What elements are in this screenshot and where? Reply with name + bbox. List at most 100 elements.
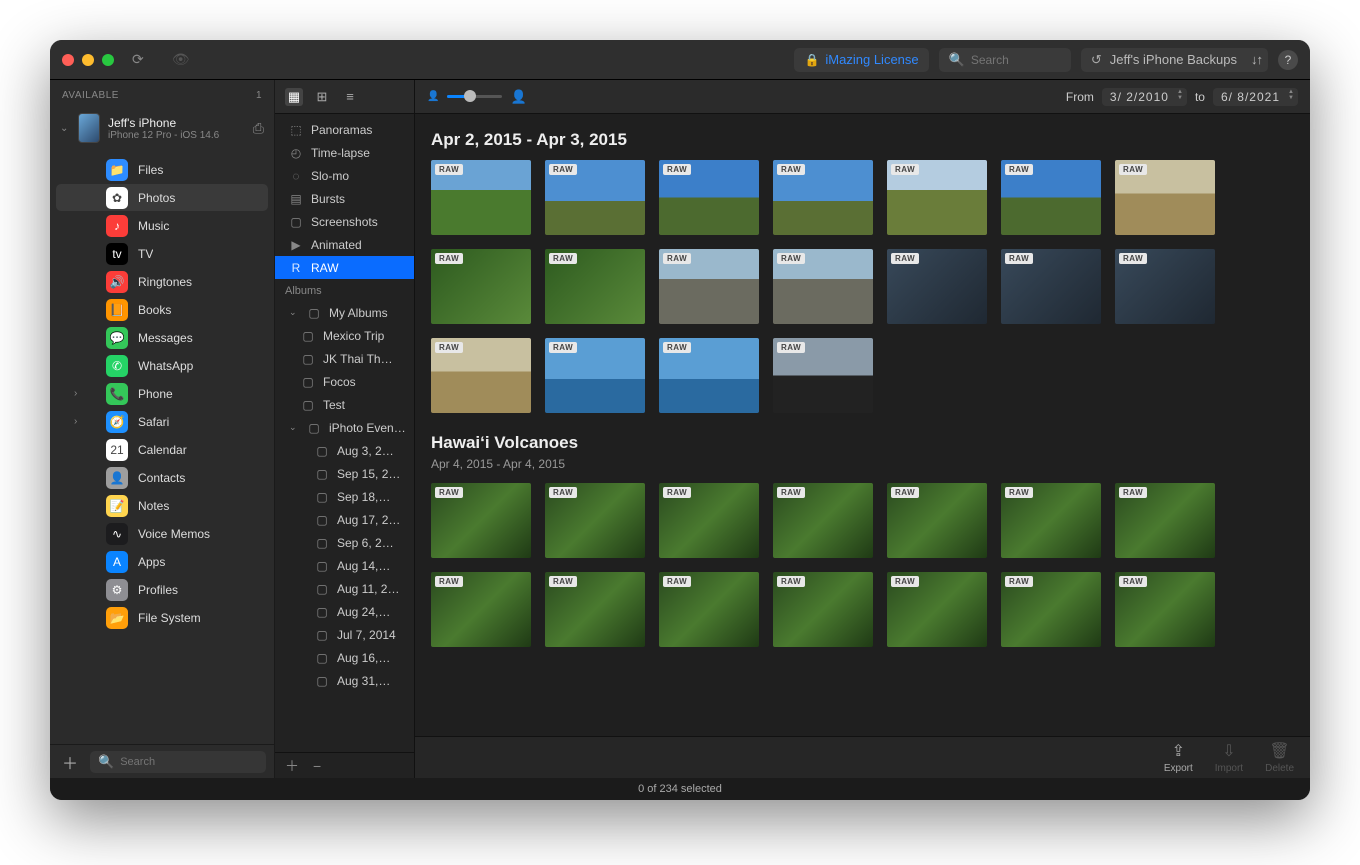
category-screenshots[interactable]: ▢Screenshots [275,210,414,233]
photo-thumbnail[interactable]: RAW [1115,483,1215,558]
photo-thumbnail[interactable]: RAW [773,572,873,647]
album-aug-16-[interactable]: ▢Aug 16,… [275,646,414,669]
photo-thumbnail[interactable]: RAW [659,249,759,324]
photo-thumbnail[interactable]: RAW [545,160,645,235]
photo-thumbnail[interactable]: RAW [1115,572,1215,647]
album-my-albums[interactable]: ⌄▢My Albums [275,301,414,324]
photo-thumbnail[interactable]: RAW [659,160,759,235]
collection-view-button[interactable]: ⊞ [313,88,331,106]
list-view-button[interactable]: ≡ [341,88,359,106]
photo-thumbnail[interactable]: RAW [1001,249,1101,324]
sidebar-item-profiles[interactable]: ⚙Profiles [56,576,268,603]
sidebar-item-contacts[interactable]: 👤Contacts [56,464,268,491]
photo-thumbnail[interactable]: RAW [773,338,873,413]
minimize-window-button[interactable] [82,54,94,66]
device-row[interactable]: ⌄ Jeff's iPhone iPhone 12 Pro - iOS 14.6… [50,107,274,151]
sidebar-item-calendar[interactable]: 21Calendar [56,436,268,463]
sidebar-item-voice-memos[interactable]: ∿Voice Memos [56,520,268,547]
album-aug-14-[interactable]: ▢Aug 14,… [275,554,414,577]
album-iphoto-even-[interactable]: ⌄▢iPhoto Even… [275,416,414,439]
album-sep-6-2-[interactable]: ▢Sep 6, 2… [275,531,414,554]
photo-thumbnail[interactable]: RAW [431,249,531,324]
slider-thumb[interactable] [464,90,476,102]
album-aug-11-2-[interactable]: ▢Aug 11, 2… [275,577,414,600]
add-button[interactable]: ＋ [58,750,82,774]
grid-view-button[interactable]: ▦ [285,88,303,106]
photo-thumbnail[interactable]: RAW [659,572,759,647]
fullscreen-window-button[interactable] [102,54,114,66]
photo-thumbnail[interactable]: RAW [545,249,645,324]
export-button[interactable]: ⇪Export [1164,741,1193,774]
category-bursts[interactable]: ▤Bursts [275,187,414,210]
album-mexico-trip[interactable]: ▢Mexico Trip [275,324,414,347]
album-focos[interactable]: ▢Focos [275,370,414,393]
global-search-input[interactable] [971,53,1061,67]
category-animated[interactable]: ▶Animated [275,233,414,256]
photo-thumbnail[interactable]: RAW [545,338,645,413]
photo-thumbnail[interactable]: RAW [431,572,531,647]
import-button[interactable]: ⇩Import [1215,741,1243,774]
photo-thumbnail[interactable]: RAW [545,483,645,558]
sidebar-item-music[interactable]: ♪Music [56,212,268,239]
stepper-icon[interactable]: ▲▼ [1288,89,1295,101]
album-jk-thai-th-[interactable]: ▢JK Thai Th… [275,347,414,370]
photo-thumbnail[interactable]: RAW [431,338,531,413]
date-from-input[interactable]: 3/ 2/2010 ▲▼ [1102,88,1187,106]
photo-thumbnail[interactable]: RAW [773,249,873,324]
add-album-button[interactable]: ＋ [285,756,299,776]
photo-thumbnail[interactable]: RAW [887,249,987,324]
sidebar-item-tv[interactable]: tvTV [56,240,268,267]
photo-grid-scroll[interactable]: Apr 2, 2015 - Apr 3, 2015RAWRAWRAWRAWRAW… [415,114,1310,736]
album-sep-18-[interactable]: ▢Sep 18,… [275,485,414,508]
sidebar-item-messages[interactable]: 💬Messages [56,324,268,351]
sidebar-item-file-system[interactable]: 📂File System [56,604,268,631]
remove-album-button[interactable]: − [313,758,321,774]
sidebar-item-books[interactable]: 📙Books [56,296,268,323]
photo-thumbnail[interactable]: RAW [887,160,987,235]
photo-thumbnail[interactable]: RAW [431,160,531,235]
sidebar-item-photos[interactable]: ✿Photos [56,184,268,211]
category-time-lapse[interactable]: ◴Time-lapse [275,141,414,164]
photo-thumbnail[interactable]: RAW [545,572,645,647]
delete-button[interactable]: 🗑Delete [1265,741,1294,774]
sidebar-search[interactable]: 🔍 [90,751,266,773]
sidebar-item-apps[interactable]: AApps [56,548,268,575]
sidebar-item-notes[interactable]: 📝Notes [56,492,268,519]
photo-thumbnail[interactable]: RAW [1001,572,1101,647]
photo-thumbnail[interactable]: RAW [773,160,873,235]
photo-thumbnail[interactable]: RAW [773,483,873,558]
reveal-button[interactable]: 👁 [172,51,190,68]
date-to-input[interactable]: 6/ 8/2021 ▲▼ [1213,88,1298,106]
sidebar-item-files[interactable]: 📁Files [56,156,268,183]
album-aug-31-[interactable]: ▢Aug 31,… [275,669,414,692]
global-search[interactable]: 🔍 [939,48,1071,72]
sidebar-search-input[interactable] [120,756,258,768]
album-aug-24-[interactable]: ▢Aug 24,… [275,600,414,623]
help-button[interactable]: ? [1278,50,1298,70]
sidebar-item-whatsapp[interactable]: ✆WhatsApp [56,352,268,379]
photo-thumbnail[interactable]: RAW [887,572,987,647]
close-window-button[interactable] [62,54,74,66]
refresh-button[interactable]: ⟳ [132,51,144,68]
category-panoramas[interactable]: ⬚Panoramas [275,118,414,141]
photo-thumbnail[interactable]: RAW [1115,249,1215,324]
sidebar-item-safari[interactable]: ›🧭Safari [56,408,268,435]
category-slo-mo[interactable]: ◌Slo-mo [275,164,414,187]
photo-thumbnail[interactable]: RAW [431,483,531,558]
stepper-icon[interactable]: ▲▼ [1177,89,1184,101]
album-aug-3-2-[interactable]: ▢Aug 3, 2… [275,439,414,462]
album-sep-15-2-[interactable]: ▢Sep 15, 2… [275,462,414,485]
sidebar-item-ringtones[interactable]: 🔊Ringtones [56,268,268,295]
thumbnail-size-slider[interactable]: 👤 👤 [427,89,527,105]
photo-thumbnail[interactable]: RAW [1001,160,1101,235]
album-aug-17-2-[interactable]: ▢Aug 17, 2… [275,508,414,531]
photo-thumbnail[interactable]: RAW [1115,160,1215,235]
photo-thumbnail[interactable]: RAW [887,483,987,558]
photo-thumbnail[interactable]: RAW [659,338,759,413]
photo-thumbnail[interactable]: RAW [659,483,759,558]
category-raw[interactable]: RRAW [275,256,414,279]
backups-pill[interactable]: ↺ Jeff's iPhone Backups ↓↑ [1081,48,1268,72]
album-test[interactable]: ▢Test [275,393,414,416]
license-pill[interactable]: 🔒 iMazing License [794,48,928,72]
album-jul-7-2014[interactable]: ▢Jul 7, 2014 [275,623,414,646]
